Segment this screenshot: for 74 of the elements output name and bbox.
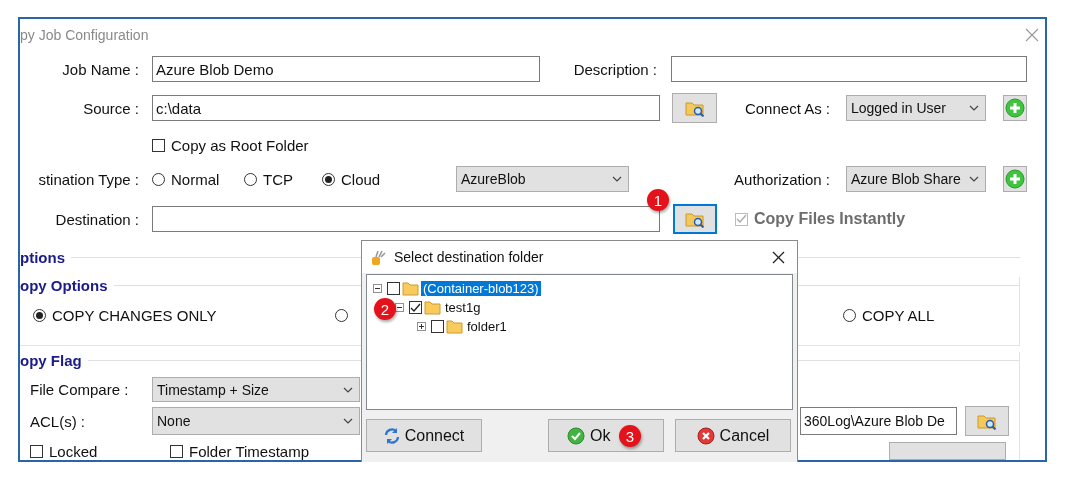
tree-item[interactable]: test1g (443, 300, 483, 315)
radio-button[interactable] (152, 172, 165, 186)
connect-button[interactable]: Connect (366, 419, 482, 452)
checkbox[interactable] (431, 320, 444, 333)
file-compare-dropdown[interactable]: Timestamp + Size (152, 377, 360, 402)
destination-field[interactable] (152, 206, 660, 232)
field-label: Authorization : (733, 170, 830, 188)
checkbox-label: Copy Files Instantly (754, 210, 906, 228)
field-label: Destination : (54, 210, 139, 228)
radio-label: Normal (171, 170, 220, 188)
folder-icon (424, 300, 441, 315)
radio-button[interactable] (33, 308, 46, 322)
field-label: Connect As : (743, 99, 830, 117)
radio-button[interactable] (322, 172, 335, 186)
caret-icon (343, 386, 353, 393)
tree-item[interactable]: (Container-blob123) (421, 281, 541, 296)
radio-label: COPY CHANGES ONLY (52, 306, 217, 324)
folder-search-icon (685, 210, 705, 228)
source-field[interactable]: c:\data (152, 95, 660, 121)
radio-button[interactable] (244, 172, 257, 186)
browse-button[interactable] (965, 406, 1009, 436)
tree-item[interactable]: folder1 (465, 319, 509, 334)
cancel-button[interactable]: Cancel (675, 419, 791, 452)
add-button[interactable] (1003, 95, 1027, 121)
field-label: Description : (572, 60, 657, 78)
provider-dropdown[interactable]: AzureBlob (456, 166, 629, 192)
radio-label: COPY ALL (862, 306, 935, 324)
checkbox-label: Folder Timestamp (189, 442, 310, 460)
caret-icon (343, 418, 353, 424)
description-field[interactable] (671, 56, 1027, 82)
browse-button[interactable] (672, 93, 717, 123)
checkbox[interactable] (387, 282, 400, 295)
field-label: File Compare : (29, 381, 130, 398)
folder-icon (446, 319, 463, 334)
browse-button[interactable] (673, 204, 717, 234)
window-title: py Job Configuration (20, 27, 149, 43)
log-path-field[interactable]: 360Log\Azure Blob De (800, 407, 957, 435)
close-icon[interactable] (772, 250, 785, 264)
field-label: stination Type : (37, 170, 139, 188)
folder-icon (402, 281, 419, 296)
radio-label: Cloud (341, 170, 381, 188)
checkbox[interactable] (409, 301, 422, 314)
add-button[interactable] (1003, 166, 1027, 192)
group-title: opy Flag (20, 351, 82, 369)
caret-icon (969, 105, 979, 111)
section-title: ptions (20, 248, 65, 266)
dialog-title: Select destination folder (394, 249, 544, 265)
radio-button[interactable] (335, 308, 348, 322)
checkbox-label: Locked (49, 442, 98, 460)
connect-as-dropdown[interactable]: Logged in User (846, 95, 986, 121)
checkbox[interactable] (170, 444, 183, 458)
field-label: Job Name : (61, 60, 139, 78)
folder-search-icon (684, 99, 705, 117)
refresh-icon (383, 426, 400, 445)
field-label: Source : (82, 99, 139, 117)
collapse-icon[interactable] (395, 303, 404, 312)
checkbox[interactable] (152, 138, 165, 152)
radio-button[interactable] (843, 308, 856, 322)
radio-label: TCP (263, 170, 293, 188)
cancel-icon (696, 426, 715, 445)
checkbox-label: Copy as Root Folder (171, 136, 309, 154)
caret-icon (969, 176, 979, 182)
caret-icon (612, 176, 622, 182)
expand-icon[interactable] (417, 322, 426, 331)
collapse-icon[interactable] (373, 284, 382, 293)
app-icon (370, 248, 388, 266)
authorization-dropdown[interactable]: Azure Blob Share (846, 166, 986, 192)
folder-search-icon (977, 412, 997, 430)
job-name-field[interactable]: Azure Blob Demo (152, 56, 540, 82)
check-icon (567, 426, 585, 445)
group-title: opy Options (20, 276, 108, 294)
field-label: ACL(s) : (29, 412, 86, 430)
checkbox[interactable] (30, 444, 43, 458)
acl-dropdown[interactable]: None (152, 407, 360, 435)
